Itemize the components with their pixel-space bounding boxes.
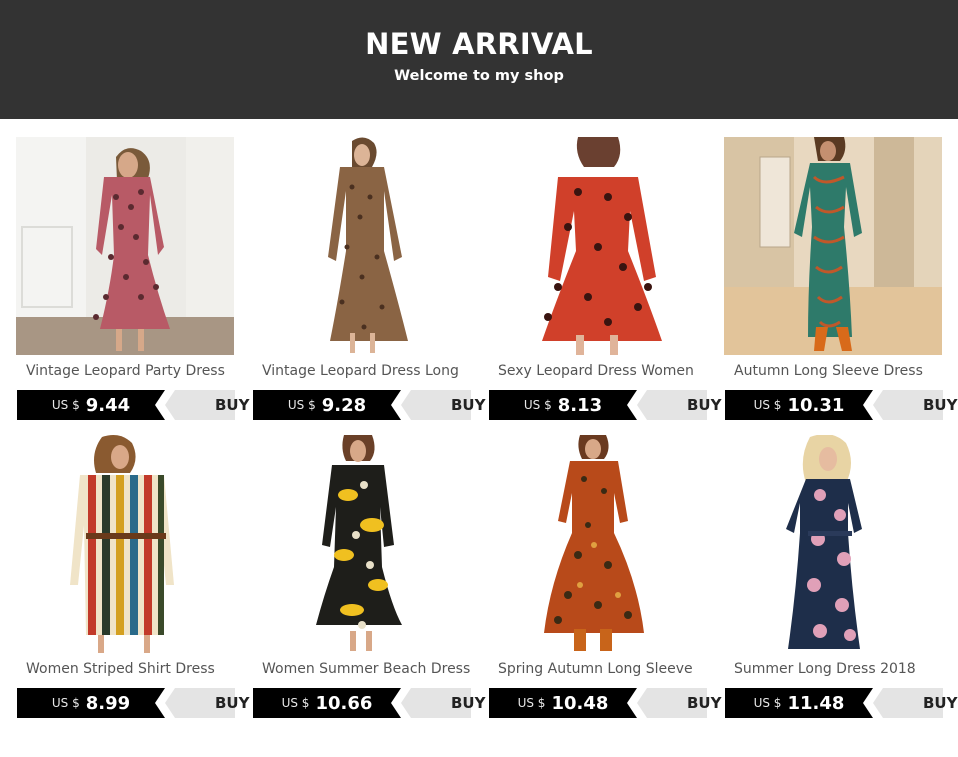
product-card[interactable]: Vintage Leopard Dress Long US $ 9.28 BUY [252, 137, 485, 420]
product-image[interactable] [16, 137, 234, 355]
buy-button[interactable]: BUY [215, 688, 249, 718]
buy-button[interactable]: BUY [451, 688, 485, 718]
price-value: 9.44 [85, 394, 131, 416]
price-bar[interactable]: US $ 9.28 BUY [253, 390, 485, 420]
price-currency: US $ [287, 398, 316, 412]
price-bar[interactable]: US $ 8.99 BUY [17, 688, 249, 718]
product-image[interactable] [16, 435, 234, 653]
price-value: 8.99 [85, 692, 131, 714]
product-image[interactable] [488, 435, 706, 653]
price-bar[interactable]: US $ 10.48 BUY [489, 688, 721, 718]
product-name[interactable]: Vintage Leopard Party Dress [26, 363, 244, 379]
product-name[interactable]: Spring Autumn Long Sleeve [498, 661, 716, 677]
buy-button[interactable]: BUY [923, 688, 957, 718]
product-name[interactable]: Autumn Long Sleeve Dress [734, 363, 952, 379]
product-card[interactable]: Women Striped Shirt Dress US $ 8.99 BUY [16, 435, 249, 718]
product-name[interactable]: Women Summer Beach Dress [262, 661, 480, 677]
price-bar[interactable]: US $ 9.44 BUY [17, 390, 249, 420]
price-value: 11.48 [787, 692, 845, 714]
product-card[interactable]: Summer Long Dress 2018 US $ 11.48 BUY [724, 435, 957, 718]
product-card[interactable]: Sexy Leopard Dress Women US $ 8.13 BUY [488, 137, 721, 420]
product-name[interactable]: Summer Long Dress 2018 [734, 661, 952, 677]
price-bar[interactable]: US $ 11.48 BUY [725, 688, 957, 718]
price-currency: US $ [753, 696, 782, 710]
product-image[interactable] [488, 137, 706, 355]
shop-header: NEW ARRIVAL Welcome to my shop [0, 0, 958, 119]
price-bar[interactable]: US $ 10.31 BUY [725, 390, 957, 420]
buy-button[interactable]: BUY [451, 390, 485, 420]
header-title: NEW ARRIVAL [365, 27, 593, 61]
buy-button[interactable]: BUY [215, 390, 249, 420]
price-currency: US $ [523, 398, 552, 412]
price-value: 9.28 [321, 394, 367, 416]
price-value: 10.48 [551, 692, 609, 714]
price-currency: US $ [51, 398, 80, 412]
price-currency: US $ [753, 398, 782, 412]
product-image[interactable] [252, 435, 470, 653]
product-card[interactable]: Spring Autumn Long Sleeve US $ 10.48 BUY [488, 435, 721, 718]
product-image[interactable] [724, 435, 942, 653]
price-value: 10.66 [315, 692, 373, 714]
price-currency: US $ [51, 696, 80, 710]
product-image[interactable] [724, 137, 942, 355]
product-card[interactable]: Women Summer Beach Dress US $ 10.66 BUY [252, 435, 485, 718]
price-currency: US $ [517, 696, 546, 710]
product-card[interactable]: Vintage Leopard Party Dress US $ 9.44 BU… [16, 137, 249, 420]
header-subtitle: Welcome to my shop [394, 68, 564, 84]
product-name[interactable]: Vintage Leopard Dress Long [262, 363, 480, 379]
product-name[interactable]: Women Striped Shirt Dress [26, 661, 244, 677]
price-currency: US $ [281, 696, 310, 710]
price-bar[interactable]: US $ 8.13 BUY [489, 390, 721, 420]
price-value: 10.31 [787, 394, 845, 416]
product-image[interactable] [252, 137, 470, 355]
price-bar[interactable]: US $ 10.66 BUY [253, 688, 485, 718]
product-name[interactable]: Sexy Leopard Dress Women [498, 363, 716, 379]
buy-button[interactable]: BUY [687, 390, 721, 420]
buy-button[interactable]: BUY [923, 390, 957, 420]
product-card[interactable]: Autumn Long Sleeve Dress US $ 10.31 BUY [724, 137, 957, 420]
buy-button[interactable]: BUY [687, 688, 721, 718]
price-value: 8.13 [557, 394, 603, 416]
